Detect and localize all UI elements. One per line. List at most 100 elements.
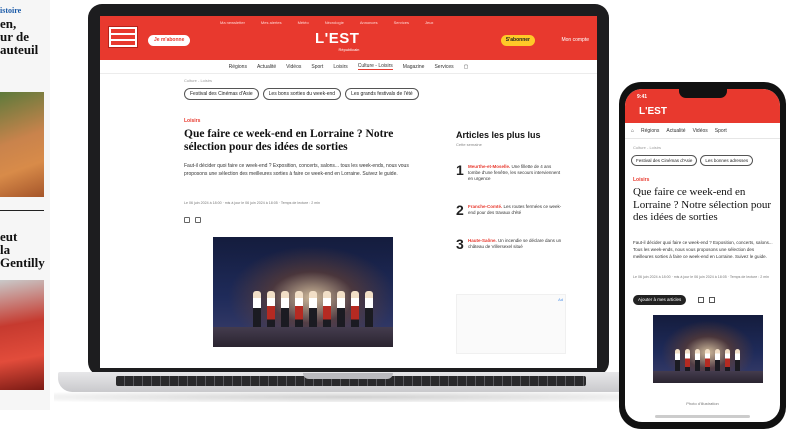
search-icon[interactable]: ▢ (464, 64, 469, 70)
dancer-figure (725, 349, 730, 373)
nav-item[interactable]: Vidéos (693, 128, 708, 134)
nav-item[interactable]: Magazine (403, 64, 425, 70)
subscribe-button[interactable]: S'abonner (500, 35, 535, 46)
dancer-figure (365, 291, 373, 329)
article-headline: Que faire ce week-end en Lorraine ? Notr… (184, 128, 394, 153)
nav-item[interactable]: Actualité (257, 64, 276, 70)
phone-article-photo[interactable] (653, 315, 763, 383)
phone-nav: ⌂ Régions Actualité Vidéos Sport (625, 123, 780, 139)
topic-chip[interactable]: Festival des Cinémas d'Asie (184, 88, 259, 100)
laptop-notch (303, 373, 393, 379)
stage-floor (213, 327, 393, 347)
article-photo[interactable] (213, 237, 393, 347)
nav-item[interactable]: Actualité (666, 128, 685, 134)
article-meta: Le 06 juin 2024 à 18:00 · mis à jour le … (184, 201, 320, 205)
nav-item[interactable]: Sport (311, 64, 323, 70)
topic-chip[interactable]: Les bonnes adresses (700, 155, 754, 166)
dancer-figure (323, 291, 331, 329)
phone-site-logo[interactable]: L'EST (639, 106, 667, 117)
rank-number: 3 (456, 236, 464, 252)
nav-item[interactable]: Régions (641, 128, 659, 134)
home-icon[interactable]: ⌂ (631, 128, 634, 134)
top-link[interactable]: Services (394, 20, 409, 25)
phone-article-lede: Faut-il décider quoi faire ce week-end ?… (633, 240, 773, 259)
most-read-item[interactable]: 1 Meurthe-et-Moselle. Une fillette de 4 … (456, 162, 566, 192)
most-read-item[interactable]: 3 Haute-Saône. Un incendie se déclare da… (456, 236, 566, 266)
dancer-figure (351, 291, 359, 329)
phone-article-headline: Que faire ce week-end en Lorraine ? Notr… (633, 186, 772, 223)
most-read-item[interactable]: 2 Franche-Comté. Les routes fermées ce w… (456, 202, 566, 232)
background-newspaper: istoire en, ur de auteuil eut la Gentill… (0, 0, 50, 410)
rank-text: Franche-Comté. Les routes fermées ce wee… (468, 204, 562, 215)
bookmark-icon[interactable] (195, 217, 201, 223)
topic-chip[interactable]: Les bons sorties du week-end (262, 88, 342, 100)
nav-item[interactable]: Régions (229, 64, 247, 70)
top-link[interactable]: Jeux (425, 20, 433, 25)
account-link[interactable]: Mon compte (561, 37, 589, 43)
laptop-screen: Ma newsletter Mes alertes Météo Nécrolog… (100, 16, 597, 368)
dancer-figure (281, 291, 289, 329)
dancer-figure (685, 349, 690, 373)
topic-chip[interactable]: Les grands festivals de l'été (345, 88, 419, 100)
paper-photo (0, 280, 44, 390)
add-to-my-articles-button[interactable]: Ajouter à mes articles (633, 295, 687, 305)
top-link[interactable]: Météo (298, 20, 309, 25)
phone-photo-caption: Photo d'illustration (686, 401, 719, 406)
most-read-subtitle: Cette semaine (456, 142, 482, 147)
nav-item[interactable]: Loisirs (333, 64, 347, 70)
comment-icon[interactable] (698, 297, 704, 303)
ad-label: Ad (558, 297, 563, 302)
site-header: Ma newsletter Mes alertes Météo Nécrolog… (100, 16, 597, 60)
comment-icon[interactable] (184, 217, 190, 223)
paper-text: Gentilly (0, 255, 45, 270)
bookmark-icon[interactable] (709, 297, 715, 303)
dancer-figure (705, 349, 710, 373)
ad-slot[interactable]: Ad (456, 294, 566, 354)
phone-topic-chips: Festival des Cinémas d'Asie Les bonnes a… (631, 155, 754, 166)
nav-item[interactable]: Vidéos (286, 64, 301, 70)
nav-item-active[interactable]: Culture - Loisirs (357, 63, 393, 70)
nav-item[interactable]: Sport (715, 128, 727, 134)
dancer-figure (337, 291, 345, 329)
rank-text: Haute-Saône. Un incendie se déclare dans… (468, 238, 562, 249)
phone-notch (679, 89, 727, 98)
paper-photo (0, 92, 44, 197)
brand-sub: Républicain (338, 47, 360, 52)
dancer-figure (675, 349, 680, 373)
nav-item[interactable]: Services (434, 64, 453, 70)
phone-screen: 9:41 L'EST ⌂ Régions Actualité Vidéos Sp… (625, 89, 780, 422)
phone-article-kicker[interactable]: Loisirs (633, 177, 649, 183)
paper-text: istoire (0, 6, 22, 15)
topic-chips: Festival des Cinémas d'Asie Les bons sor… (184, 88, 419, 100)
rank-number: 2 (456, 202, 464, 218)
dancer-figure (715, 349, 720, 373)
dancer-figure (267, 291, 275, 329)
top-links: Ma newsletter Mes alertes Météo Nécrolog… (220, 20, 433, 25)
subscribe-left-button[interactable]: Je m'abonne (148, 35, 191, 46)
breadcrumb[interactable]: Culture - Loisirs (184, 78, 212, 83)
topic-chip[interactable]: Festival des Cinémas d'Asie (631, 155, 698, 166)
article-tools (184, 217, 201, 223)
phone-article-meta: Le 06 juin 2024 à 18:00 · mis à jour le … (633, 275, 769, 279)
top-link[interactable]: Nécrologie (325, 20, 344, 25)
dancer-figure (295, 291, 303, 329)
main-nav: Régions Actualité Vidéos Sport Loisirs C… (100, 60, 597, 74)
brand-name: L'EST (315, 30, 360, 47)
dancer-figure (735, 349, 740, 373)
article-lede: Faut-il décider quoi faire ce week-end ?… (184, 163, 409, 177)
dancer-figure (253, 291, 261, 329)
article-kicker[interactable]: Loisirs (184, 118, 200, 124)
top-link[interactable]: Mes alertes (261, 20, 282, 25)
rank-text: Meurthe-et-Moselle. Une fillette de 4 an… (468, 164, 561, 181)
device-shadow (54, 392, 644, 402)
top-link[interactable]: Ma newsletter (220, 20, 245, 25)
site-logo[interactable]: L'EST Républicain (315, 30, 359, 52)
newspaper-thumbnail-icon[interactable] (108, 26, 138, 48)
dancer-figure (309, 291, 317, 329)
dancer-figure (695, 349, 700, 373)
rank-number: 1 (456, 162, 464, 178)
phone-breadcrumb[interactable]: Culture - Loisirs (633, 145, 661, 150)
top-link[interactable]: Annonces (360, 20, 378, 25)
home-indicator (655, 415, 750, 418)
paper-text: auteuil (0, 42, 39, 57)
